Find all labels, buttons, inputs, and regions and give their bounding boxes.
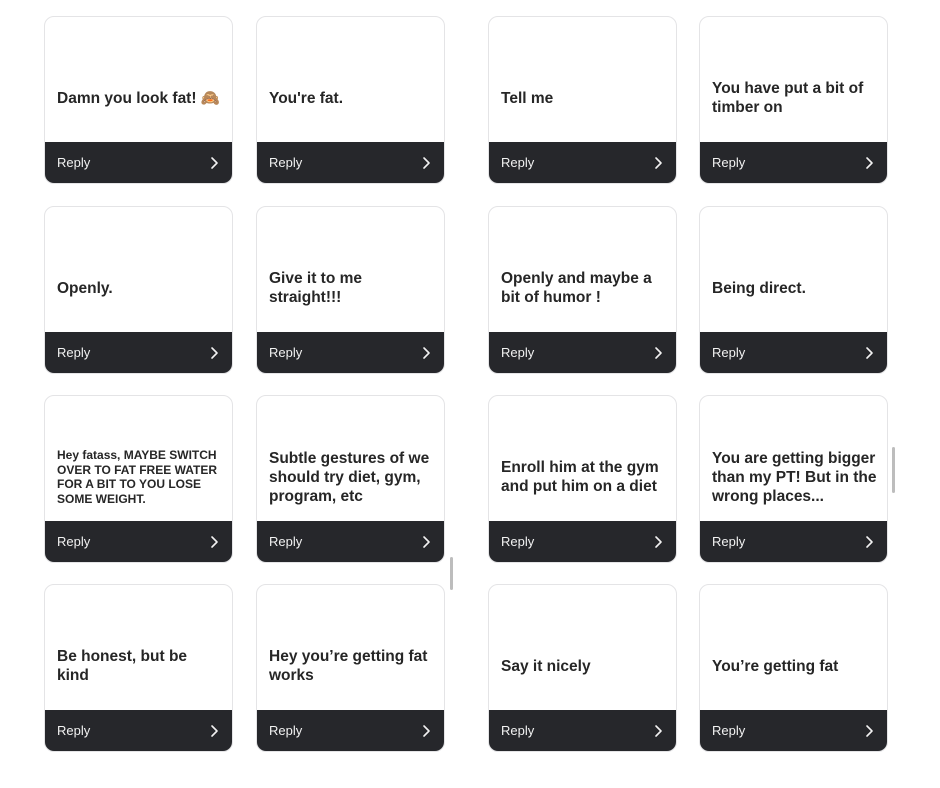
response-card: You are getting bigger than my PT! But i… — [699, 395, 888, 563]
response-text: You are getting bigger than my PT! But i… — [712, 449, 877, 505]
chevron-right-icon — [653, 156, 664, 170]
reply-label: Reply — [712, 155, 746, 170]
response-card: Subtle gestures of we should try diet, g… — [256, 395, 445, 563]
response-card: You have put a bit of timber on Reply — [699, 16, 888, 184]
reply-label: Reply — [712, 723, 746, 738]
reply-label: Reply — [269, 723, 303, 738]
chevron-right-icon — [421, 535, 432, 549]
response-card: Damn you look fat! 🙈 Reply — [44, 16, 233, 184]
response-text: You’re getting fat — [712, 657, 839, 675]
response-card: Enroll him at the gym and put him on a d… — [488, 395, 677, 563]
reply-label: Reply — [269, 534, 303, 549]
response-card: Be honest, but be kind Reply — [44, 584, 233, 752]
reply-button[interactable]: Reply — [700, 332, 887, 373]
reply-label: Reply — [501, 723, 535, 738]
reply-label: Reply — [501, 155, 535, 170]
left-panel-scrollbar[interactable] — [450, 557, 453, 590]
reply-button[interactable]: Reply — [257, 332, 444, 373]
reply-label: Reply — [501, 345, 535, 360]
chevron-right-icon — [209, 724, 220, 738]
reply-button[interactable]: Reply — [257, 142, 444, 183]
reply-button[interactable]: Reply — [489, 710, 676, 751]
response-text: Hey you’re getting fat works — [269, 648, 428, 684]
response-card: Openly and maybe a bit of humor ! Reply — [488, 206, 677, 374]
reply-button[interactable]: Reply — [45, 710, 232, 751]
reply-button[interactable]: Reply — [45, 142, 232, 183]
response-text: Damn you look fat! 🙈 — [57, 89, 221, 107]
response-text: Tell me — [501, 89, 554, 107]
reply-label: Reply — [501, 534, 535, 549]
response-card: Being direct. Reply — [699, 206, 888, 374]
response-card: Say it nicely Reply — [488, 584, 677, 752]
response-card: Give it to me straight!!! Reply — [256, 206, 445, 374]
chevron-right-icon — [421, 724, 432, 738]
response-text: You're fat. — [269, 89, 344, 107]
chevron-right-icon — [421, 346, 432, 360]
reply-button[interactable]: Reply — [45, 332, 232, 373]
reply-label: Reply — [269, 345, 303, 360]
reply-label: Reply — [57, 723, 91, 738]
response-card: You're fat. Reply — [256, 16, 445, 184]
reply-label: Reply — [57, 534, 91, 549]
response-card: You’re getting fat Reply — [699, 584, 888, 752]
reply-label: Reply — [269, 155, 303, 170]
reply-button[interactable]: Reply — [700, 142, 887, 183]
reply-label: Reply — [712, 345, 746, 360]
reply-label: Reply — [712, 534, 746, 549]
response-text: Say it nicely — [501, 657, 591, 675]
chevron-right-icon — [653, 535, 664, 549]
reply-button[interactable]: Reply — [489, 332, 676, 373]
response-card: Openly. Reply — [44, 206, 233, 374]
response-text: Be honest, but be kind — [57, 648, 188, 684]
chevron-right-icon — [864, 346, 875, 360]
right-panel-scrollbar[interactable] — [892, 447, 895, 493]
response-text: Subtle gestures of we should try diet, g… — [269, 449, 430, 505]
chevron-right-icon — [209, 346, 220, 360]
reply-button[interactable]: Reply — [45, 521, 232, 562]
response-text: Hey fatass, MAYBE SWITCH OVER TO FAT FRE… — [57, 448, 218, 506]
response-text: Enroll him at the gym and put him on a d… — [501, 459, 659, 495]
reply-button[interactable]: Reply — [257, 710, 444, 751]
reply-label: Reply — [57, 155, 91, 170]
reply-label: Reply — [57, 345, 91, 360]
reply-button[interactable]: Reply — [257, 521, 444, 562]
reply-button[interactable]: Reply — [489, 521, 676, 562]
chevron-right-icon — [421, 156, 432, 170]
chevron-right-icon — [864, 724, 875, 738]
chevron-right-icon — [209, 156, 220, 170]
chevron-right-icon — [653, 346, 664, 360]
response-text: Being direct. — [712, 279, 806, 297]
response-card: Tell me Reply — [488, 16, 677, 184]
response-text: Openly and maybe a bit of humor ! — [501, 270, 652, 306]
response-text: You have put a bit of timber on — [712, 80, 864, 116]
chevron-right-icon — [209, 535, 220, 549]
chevron-right-icon — [864, 156, 875, 170]
response-text: Give it to me straight!!! — [269, 270, 363, 306]
response-card: Hey fatass, MAYBE SWITCH OVER TO FAT FRE… — [44, 395, 233, 563]
response-card: Hey you’re getting fat works Reply — [256, 584, 445, 752]
response-text: Openly. — [57, 279, 113, 297]
reply-button[interactable]: Reply — [700, 710, 887, 751]
reply-button[interactable]: Reply — [489, 142, 676, 183]
reply-button[interactable]: Reply — [700, 521, 887, 562]
chevron-right-icon — [864, 535, 875, 549]
chevron-right-icon — [653, 724, 664, 738]
